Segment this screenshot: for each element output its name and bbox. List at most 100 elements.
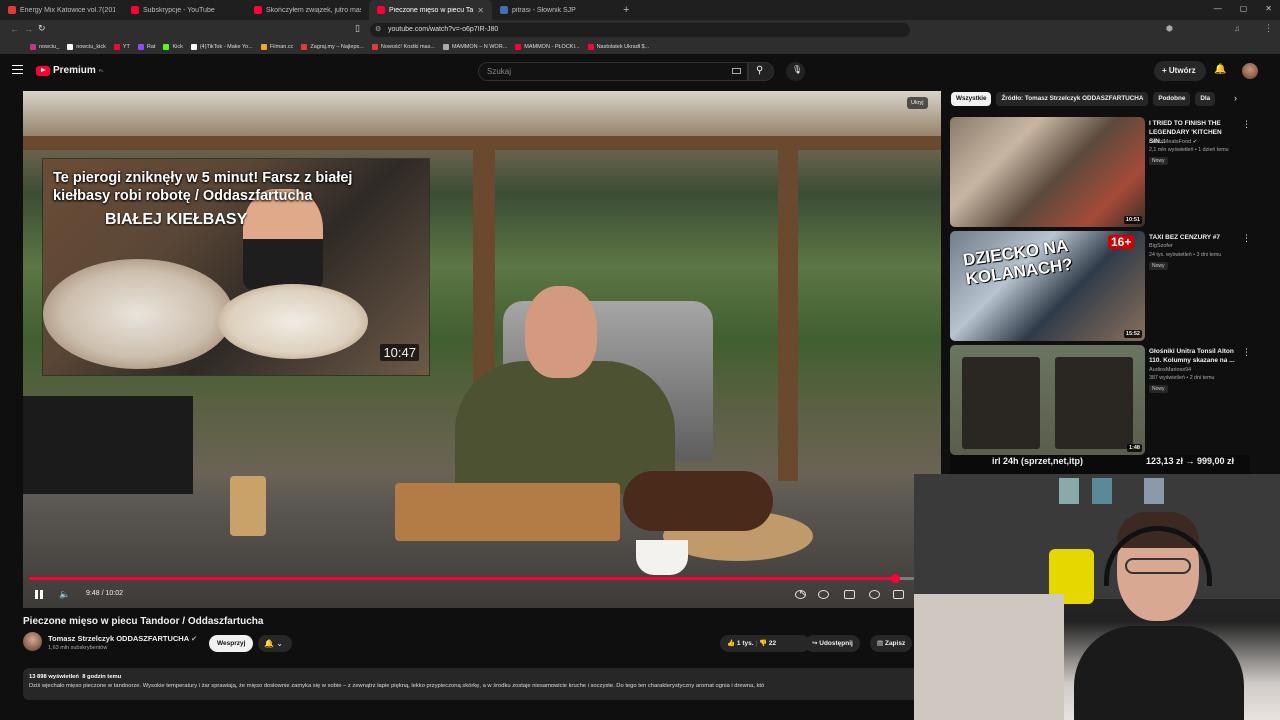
notifications-bell-icon[interactable]: 🔔	[1214, 64, 1226, 75]
recommendation-thumbnail[interactable]: DZIECKO NA KOLANACH? 16+ 15:52	[950, 231, 1145, 341]
endscreen-video-card[interactable]: Te pierogi zniknęły w 5 minut! Farsz z b…	[43, 159, 429, 375]
bookmark-item[interactable]: Kick	[163, 44, 183, 50]
share-button[interactable]: ↪ Udostępnij	[805, 635, 860, 652]
bookmark-item[interactable]: MAMMON – N WOR...	[442, 44, 507, 50]
progress-bar[interactable]	[29, 574, 915, 583]
back-icon[interactable]: ←	[10, 24, 19, 34]
recommendation-thumbnail[interactable]: 1:48	[950, 345, 1145, 455]
menu-icon[interactable]: ⋮	[1264, 23, 1273, 34]
pergola-roof	[23, 91, 941, 141]
site-settings-icon[interactable]: ⚙	[375, 23, 381, 37]
bookmark-item[interactable]: Nowość! Kostki mas...	[371, 44, 435, 50]
thumbs-up-icon: 👍	[727, 640, 736, 647]
recommendation-thumbnail[interactable]: 10:51	[950, 117, 1145, 227]
close-window-icon[interactable]: ✕	[1265, 4, 1272, 13]
more-options-icon[interactable]: ⋮	[1242, 347, 1251, 358]
chip-related[interactable]: Podobne	[1153, 92, 1191, 106]
bookmark-item[interactable]: MAMMON - PŁOCKI...	[515, 44, 580, 50]
volume-icon[interactable]: 🔈	[59, 589, 70, 600]
chip-all[interactable]: Wszystkie	[951, 92, 992, 106]
voice-search-button[interactable]: 🎙	[786, 62, 805, 81]
recommendation-item[interactable]: 10:51 I TRIED TO FINISH THE LEGENDARY 'K…	[950, 117, 1251, 229]
bookmark-item[interactable]: Nastolatek Ukradł $...	[587, 44, 649, 50]
tiktok-icon	[190, 44, 197, 50]
window-controls: — ▢ ✕	[1214, 4, 1272, 13]
fullscreen-icon[interactable]	[893, 590, 904, 599]
progress-scrubber[interactable]	[890, 574, 900, 583]
like-dislike-group: 👍 1 tys. | 👎 22	[720, 635, 810, 652]
scene-post	[778, 141, 798, 481]
bookmarks-bar: nowciu_ nowciu_kick YT Rat Kick (4)TikTo…	[0, 40, 1280, 54]
forward-icon[interactable]: →	[24, 24, 33, 34]
bookmark-icon[interactable]: ▯	[355, 23, 360, 34]
browser-tab-bar: Energy Mix Katowice vol.7(2017) Re Subsk…	[0, 0, 1280, 20]
browser-tab[interactable]: Energy Mix Katowice vol.7(2017) Re	[0, 0, 123, 20]
browser-tab-active[interactable]: Pieczone mięso w piecu Tand ✕	[369, 0, 492, 20]
url-text: youtube.com/watch?v=-o6p7IR-J80	[388, 26, 499, 33]
bookmark-item[interactable]: nowciu_	[30, 44, 59, 50]
dislike-button[interactable]: 👎 22	[759, 640, 776, 647]
bookmark-item[interactable]: Zagraj.my – Najleps...	[301, 44, 364, 50]
captions-toggle-icon[interactable]	[818, 590, 829, 599]
bookmark-item[interactable]: nowciu_kick	[67, 44, 106, 50]
channel-name[interactable]: Tomasz Strzelczyk ODDASZFARTUCHA ✔	[48, 634, 197, 643]
youtube-favicon-icon	[131, 6, 139, 14]
browser-tab[interactable]: Skończyłem związek, jutro masz się	[246, 0, 369, 20]
close-tab-icon[interactable]: ✕	[477, 6, 484, 15]
save-icon: ▤	[877, 640, 884, 647]
chip-source[interactable]: Źródło: Tomasz Strzelczyk ODDASZFARTUCHA	[996, 92, 1149, 106]
subscription-bell-button[interactable]: 🔔 ⌄	[258, 635, 292, 652]
reload-icon[interactable]: ↻	[38, 23, 46, 34]
globe-icon	[442, 44, 449, 50]
search-button[interactable]: ⚲	[748, 62, 774, 81]
recommendation-item[interactable]: 1:48 Głośniki Unitra Tonsil Alton 110. K…	[950, 345, 1251, 457]
youtube-icon	[515, 44, 522, 50]
shop-icon	[371, 44, 378, 50]
create-button[interactable]: + Utwórz	[1154, 61, 1206, 81]
media-icon[interactable]: ♫	[1234, 24, 1240, 33]
autoplay-icon[interactable]	[795, 590, 806, 599]
support-button[interactable]: Wesprzyj	[209, 635, 254, 652]
like-button[interactable]: 👍 1 tys.	[727, 640, 754, 647]
search-input[interactable]: Szukaj	[478, 62, 748, 81]
microphone-icon: 🎙	[792, 65, 803, 74]
address-bar[interactable]: ⚙ youtube.com/watch?v=-o6p7IR-J80	[370, 23, 910, 37]
youtube-favicon-icon	[377, 6, 385, 14]
recommendation-item[interactable]: DZIECKO NA KOLANACH? 16+ 15:52 TAXI BEZ …	[950, 231, 1251, 343]
chip-for-you[interactable]: Dla	[1195, 92, 1216, 106]
more-options-icon[interactable]: ⋮	[1242, 119, 1251, 130]
minimize-icon[interactable]: —	[1214, 4, 1222, 13]
bookmark-item[interactable]: (4)TikTok - Make Yo...	[190, 44, 253, 50]
bookmark-item[interactable]: YT	[113, 44, 130, 50]
avatar[interactable]	[1242, 63, 1258, 79]
webcam-overlay	[914, 474, 1280, 720]
settings-gear-icon[interactable]	[869, 590, 880, 599]
bookmark-item[interactable]: Filman.cc	[260, 44, 293, 50]
youtube-play-icon	[36, 65, 50, 76]
extension-icon[interactable]: ⬢	[1166, 24, 1173, 33]
youtube-logo[interactable]: Premium PL	[36, 65, 104, 76]
menu-hamburger-icon[interactable]	[12, 65, 23, 74]
scene-cutting-board	[395, 483, 620, 541]
video-player[interactable]: Ukryj Te pierogi zniknęły w 5 minut! Far…	[23, 91, 941, 608]
maximize-icon[interactable]: ▢	[1240, 4, 1248, 13]
save-button[interactable]: ▤ Zapisz	[870, 635, 913, 652]
bookmark-item[interactable]: Rat	[137, 44, 155, 50]
browser-tab[interactable]: Subskrypcje - YouTube	[123, 0, 246, 20]
subtitles-icon[interactable]	[844, 590, 855, 599]
channel-avatar[interactable]	[23, 632, 42, 651]
player-controls: 🔈 9:48 / 10:02 ↖	[23, 585, 941, 605]
more-options-icon[interactable]: ⋮	[1242, 233, 1251, 244]
thumbs-down-icon: 👎	[758, 640, 768, 647]
new-tab-button[interactable]: +	[615, 4, 637, 16]
keyboard-icon[interactable]	[732, 68, 741, 74]
wall-poster	[1059, 478, 1079, 504]
youtube-icon	[587, 44, 594, 50]
chevron-right-icon[interactable]: ›	[1234, 93, 1237, 103]
hide-endcard-button[interactable]: Ukryj	[907, 97, 928, 109]
donation-ticker: irl 24h (sprzet,net,itp) 123,13 zł → 999…	[950, 455, 1250, 475]
pause-icon[interactable]	[35, 590, 43, 599]
browser-tab[interactable]: pitrasi - Słownik SJP	[492, 0, 615, 20]
description-box[interactable]: 13 898 wyświetleń 8 godzin temu Dziś wje…	[23, 668, 923, 700]
verified-icon: ✔	[1192, 139, 1198, 145]
